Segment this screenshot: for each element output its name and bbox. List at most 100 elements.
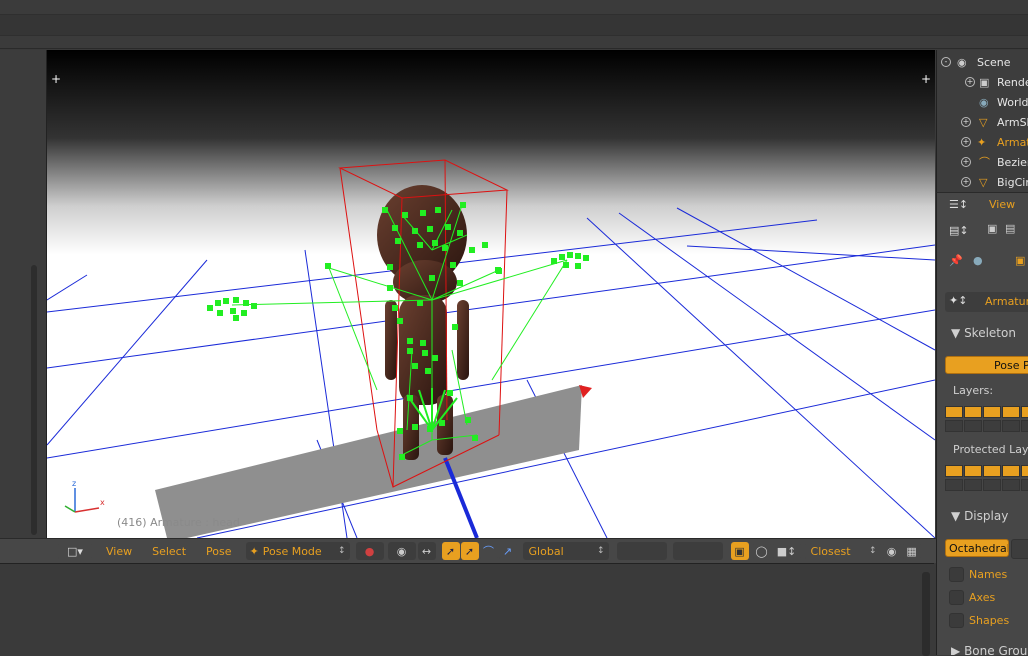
- expand-icon[interactable]: +: [961, 177, 971, 187]
- sphere-icon: ●: [364, 544, 375, 558]
- arc-icon: ⌒: [483, 545, 495, 558]
- outliner-item-label: BigCir: [997, 175, 1028, 189]
- snap-target-dropdown[interactable]: Closest ↕: [804, 542, 881, 560]
- protected-layers-label: Protected Laye: [953, 443, 1028, 456]
- names-label: Names: [969, 568, 1008, 581]
- armature-icon: ✦: [977, 135, 987, 149]
- bone-groups-panel-header[interactable]: ▶ Bone Group: [951, 644, 1028, 655]
- svg-text:z: z: [72, 479, 76, 488]
- display-panel-header[interactable]: ▼ Display: [951, 509, 1008, 523]
- layers-grid-b[interactable]: [672, 542, 723, 560]
- mesh-icon: ▽: [979, 175, 988, 189]
- snap-element-button[interactable]: ■↕: [772, 542, 801, 560]
- tool-shelf-scrollbar[interactable]: [31, 265, 37, 535]
- outliner-item-label: Bezier: [997, 155, 1028, 169]
- viewport-3d[interactable]: + + z x: [46, 50, 935, 538]
- lock-layers-button[interactable]: ▣: [730, 542, 749, 560]
- editor-type-button[interactable]: □▾: [58, 542, 92, 560]
- pivot-button[interactable]: ◉: [387, 542, 416, 560]
- expand-icon[interactable]: +: [961, 137, 971, 147]
- skeleton-label: Skeleton: [964, 326, 1016, 340]
- scale-button[interactable]: ⌒: [479, 542, 498, 560]
- display-stick-button[interactable]: [1011, 539, 1028, 559]
- shapes-label: Shapes: [969, 614, 1010, 627]
- cube-icon: □▾: [67, 544, 83, 558]
- collapse-icon[interactable]: -: [941, 57, 951, 67]
- bones-icon[interactable]: ●: [973, 254, 983, 267]
- pose-position-button[interactable]: Pose Po: [945, 356, 1028, 374]
- expand-icon[interactable]: +: [961, 117, 971, 127]
- outliner-type-icon[interactable]: ☰↕: [949, 198, 968, 211]
- manipulator-toggle[interactable]: ↔: [417, 542, 436, 560]
- mode-selector[interactable]: ✦ Pose Mode ↕: [245, 542, 350, 560]
- shading-button[interactable]: ●: [355, 542, 384, 560]
- filmstrip-icon: ▦: [906, 544, 917, 558]
- translate-button[interactable]: ➚: [441, 542, 460, 560]
- properties-type-icon[interactable]: ▤↕: [949, 224, 969, 237]
- layers-grid-a[interactable]: [616, 542, 667, 560]
- circle-icon: ◯: [755, 544, 768, 558]
- armature-icon: ✦↕: [949, 294, 968, 307]
- rotate-button[interactable]: ➚: [460, 542, 479, 560]
- menu-select[interactable]: Select: [142, 545, 196, 558]
- timeline-scrollbar[interactable]: [922, 572, 930, 656]
- outliner-item-armature[interactable]: + ✦ Armat: [937, 132, 1028, 152]
- expand-icon[interactable]: +: [965, 77, 975, 87]
- layers-tab-icon[interactable]: ▤: [1005, 222, 1015, 235]
- outliner-item-label: Armat: [997, 135, 1028, 149]
- disclosure-down-icon: ▼: [951, 326, 961, 340]
- mesh-icon: ▽: [979, 115, 988, 129]
- snap-cube-icon: ■↕: [776, 544, 797, 558]
- render-button[interactable]: ◉: [882, 542, 901, 560]
- pose-mode-icon: ✦: [249, 544, 259, 558]
- lock-icon: ▣: [734, 544, 745, 558]
- scene-icon: ◉: [957, 55, 967, 69]
- axes-label: Axes: [969, 591, 996, 604]
- menu-pose[interactable]: Pose: [196, 545, 241, 558]
- object-name-value: Armature: [985, 295, 1028, 308]
- properties-editor: ▤↕ ▣ ▤ 📌 ● ▣ ✦↕ Armature ▼ Skeleton Pose…: [936, 216, 1028, 655]
- updown-arrows-icon: ↕: [596, 546, 605, 556]
- outliner-header: ☰↕ View: [936, 192, 1028, 217]
- skeleton-panel-header[interactable]: ▼ Skeleton: [951, 326, 1016, 340]
- svg-text:x: x: [100, 498, 105, 507]
- render-anim-button[interactable]: ▦: [902, 542, 921, 560]
- outliner-item-world[interactable]: ◉ World: [937, 92, 1028, 112]
- render-tab-icon[interactable]: ▣: [987, 222, 997, 235]
- outliner-item-bezier[interactable]: + ⌒ Bezier: [937, 152, 1028, 172]
- expand-icon[interactable]: +: [961, 157, 971, 167]
- object-name-field[interactable]: ✦↕ Armature: [945, 292, 1028, 312]
- orientation-dropdown[interactable]: Global ↕: [522, 542, 609, 560]
- names-checkbox[interactable]: [949, 567, 964, 582]
- display-octahedral-button[interactable]: Octahedral: [945, 539, 1009, 557]
- info-strip: [0, 14, 1028, 36]
- outliner-item-bigcir[interactable]: + ▽ BigCir: [937, 172, 1028, 192]
- viewport-info-text: (416) Armature : head: [117, 516, 240, 529]
- curve-icon: ⌒: [979, 156, 990, 169]
- world-icon: ◉: [979, 95, 989, 109]
- outliner-item-render[interactable]: + ▣ Rende: [937, 72, 1028, 92]
- snap-target-label: Closest: [810, 544, 851, 558]
- object-data-icon[interactable]: ▣: [1015, 254, 1025, 267]
- move-icon: ➚: [445, 544, 456, 558]
- menu-view[interactable]: View: [96, 545, 142, 558]
- outliner-item-scene[interactable]: - ◉ Scene: [937, 52, 1028, 72]
- header-left-spacer: [0, 538, 46, 563]
- transform-button[interactable]: ↗: [498, 542, 517, 560]
- arrow-icon: ↗: [502, 544, 513, 558]
- pin-icon[interactable]: 📌: [949, 254, 963, 267]
- rotate-icon: ➚: [464, 544, 475, 558]
- axes-checkbox[interactable]: [949, 590, 964, 605]
- render-icon: ◉: [886, 544, 897, 558]
- outliner-item-label: World: [997, 95, 1028, 109]
- bone-groups-label: Bone Group: [964, 644, 1028, 655]
- svg-text:+: +: [921, 72, 931, 86]
- outliner-item-armsh[interactable]: + ▽ ArmSh: [937, 112, 1028, 132]
- proportional-button[interactable]: ◯: [752, 542, 771, 560]
- pivot-icon: ◉: [396, 544, 407, 558]
- orientation-label: Global: [528, 544, 564, 558]
- shapes-checkbox[interactable]: [949, 613, 964, 628]
- outliner-view-menu[interactable]: View: [989, 198, 1015, 211]
- arrows-icon: ↔: [421, 544, 432, 558]
- display-label: Display: [964, 509, 1009, 523]
